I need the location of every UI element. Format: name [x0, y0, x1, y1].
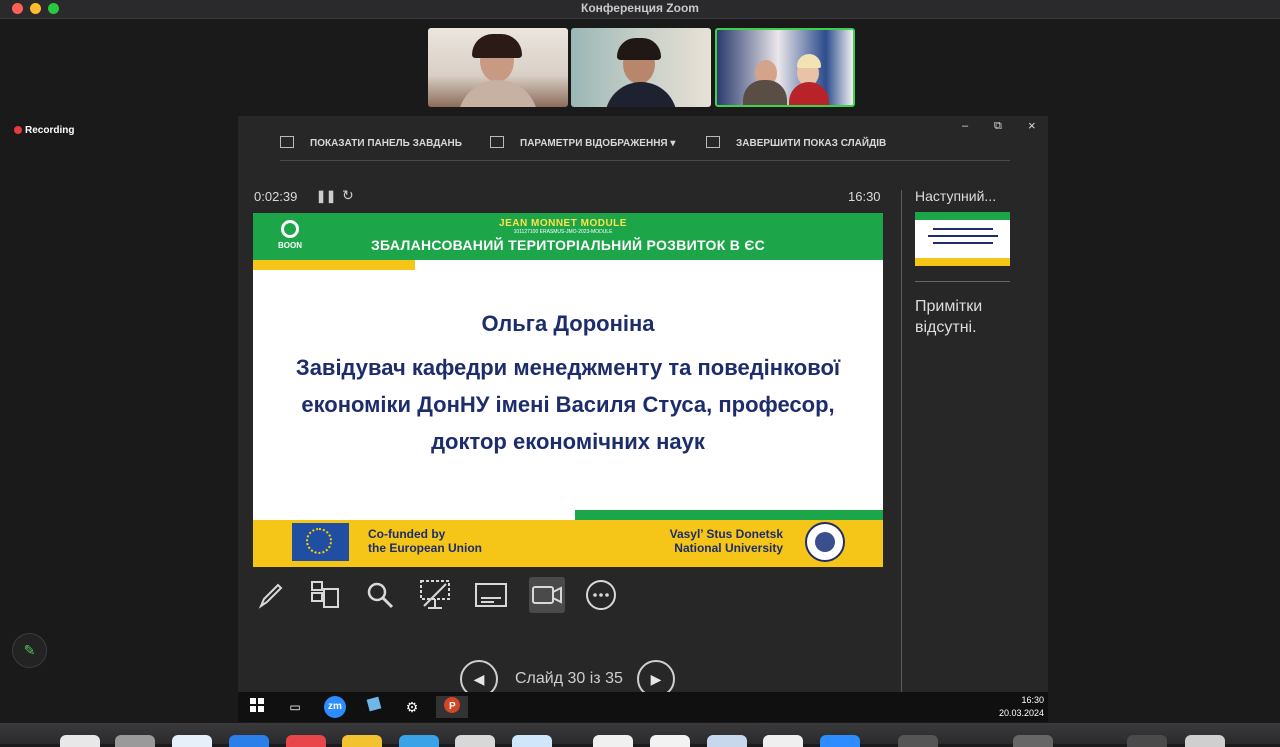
notes-dock-icon[interactable] — [342, 735, 382, 747]
chevron-right-icon: ▶ — [650, 671, 662, 687]
toolbar-divider — [280, 160, 1010, 161]
photos-dock-icon[interactable] — [593, 735, 633, 747]
close-icon[interactable]: × — [1028, 118, 1036, 133]
recent-window-2-dock-icon[interactable] — [1013, 735, 1053, 747]
participant-video-3-active-speaker[interactable] — [715, 28, 855, 107]
end-slideshow-button[interactable]: ЗАВЕРШИТИ ПОКАЗ СЛАЙДІВ — [706, 136, 886, 149]
launchpad-dock-icon[interactable] — [115, 735, 155, 747]
module-id: 101127100 ERASMUS-JMO-2023-MODULE — [513, 229, 613, 235]
speaker-description: Завідувач кафедри менеджменту та поведін… — [295, 355, 841, 454]
minimize-icon[interactable]: – — [962, 120, 968, 132]
zoom-app-label: zm — [328, 701, 342, 712]
zoom-app-icon[interactable]: zm — [324, 696, 346, 718]
university-line-2: National University — [674, 541, 783, 555]
svg-text:P: P — [449, 701, 456, 712]
sidebar-divider — [901, 190, 902, 692]
cofunded-line-1: Co-funded by — [368, 527, 446, 541]
module-label: JEAN MONNET MODULE — [499, 218, 627, 229]
chevron-left-icon: ◀ — [473, 671, 485, 687]
taskbar-icon — [280, 136, 294, 148]
cofunded-text: Co-funded by the European Union — [368, 527, 482, 555]
show-taskbar-label: ПОКАЗАТИ ПАНЕЛЬ ЗАВДАНЬ — [310, 138, 462, 149]
pencil-icon: ✎ — [23, 642, 36, 658]
speaker-notes: Примітки відсутні. — [915, 298, 983, 336]
notes-divider — [915, 281, 1010, 282]
calendar-dock-icon[interactable] — [286, 735, 326, 747]
elapsed-timer: 0:02:39 — [254, 189, 298, 204]
show-taskbar-button[interactable]: ПОКАЗАТИ ПАНЕЛЬ ЗАВДАНЬ — [280, 136, 462, 149]
camera-icon[interactable] — [529, 577, 565, 613]
slides-grid-icon[interactable] — [307, 577, 343, 613]
end-slideshow-icon — [706, 136, 720, 148]
appstore-dock-icon[interactable] — [512, 735, 552, 747]
boon-logo-mark — [281, 220, 299, 238]
downloads-dock-icon[interactable] — [1127, 735, 1167, 747]
recent-window-1-dock-icon[interactable] — [898, 735, 938, 747]
participant-video-1[interactable] — [428, 28, 568, 107]
cofunded-line-2: the European Union — [368, 541, 482, 555]
speaker-name: Ольга Дороніна — [481, 311, 655, 336]
pause-icon[interactable]: ❚❚ — [316, 189, 336, 203]
messages-dock-icon[interactable] — [399, 735, 439, 747]
annotate-pencil-button[interactable]: ✎ — [12, 633, 47, 668]
university-seal-icon — [805, 522, 845, 562]
taskbar-clock: 16:30 20.03.2024 — [999, 694, 1044, 720]
slide-body: Ольга Дороніна Завідувач кафедри менеджм… — [253, 311, 883, 460]
slide-footer: Co-funded by the European Union Vasyl’ S… — [253, 520, 883, 567]
window-titlebar: Конференция Zoom — [0, 0, 1280, 19]
boon-logo-text: BOON — [278, 241, 302, 250]
windows-start-icon[interactable] — [246, 696, 268, 718]
recording-label: Recording — [25, 125, 75, 136]
record-dot-icon — [14, 126, 22, 134]
slide-counter: Слайд 30 із 35 — [515, 670, 623, 687]
recording-indicator: Recording — [14, 125, 74, 136]
restore-icon[interactable]: ⧉ — [994, 120, 1002, 133]
settings-gear-icon[interactable]: ⚙ — [401, 696, 423, 718]
safari-dock-icon[interactable] — [172, 735, 212, 747]
textedit-dock-icon[interactable] — [650, 735, 690, 747]
end-slideshow-label: ЗАВЕРШИТИ ПОКАЗ СЛАЙДІВ — [736, 138, 887, 149]
slide-header-accent — [253, 260, 415, 270]
laser-pointer-icon[interactable] — [417, 577, 453, 613]
finder-dock-icon[interactable] — [60, 735, 100, 747]
current-time: 16:30 — [848, 189, 881, 204]
chrome-dock-icon[interactable] — [763, 735, 803, 747]
participant-video-2[interactable] — [571, 28, 711, 107]
notepad-app-icon[interactable] — [363, 696, 385, 718]
slide-course-title: ЗБАЛАНСОВАНИЙ ТЕРИТОРІАЛЬНИЙ РОЗВИТОК В … — [370, 237, 765, 253]
trash-dock-icon[interactable] — [1185, 735, 1225, 747]
windows-taskbar: ▭ zm ⚙ P 16:30 20.03.2024 — [238, 692, 1048, 722]
mail-dock-icon[interactable] — [229, 735, 269, 747]
next-slide-thumbnail[interactable] — [915, 212, 1010, 266]
current-slide[interactable]: BOON JEAN MONNET MODULE 101127100 ERASMU… — [253, 213, 883, 567]
task-view-icon[interactable]: ▭ — [284, 696, 306, 718]
zoom-dock-icon[interactable] — [820, 735, 860, 747]
contacts-dock-icon[interactable] — [455, 735, 495, 747]
eu-flag-icon — [292, 523, 349, 561]
slide-footer-accent — [575, 510, 883, 520]
restart-timer-icon[interactable]: ↻ — [342, 187, 354, 204]
macos-dock — [0, 723, 1280, 747]
pen-icon[interactable] — [253, 577, 289, 613]
university-line-1: Vasyl’ Stus Donetsk — [669, 527, 783, 541]
powerpoint-app-icon[interactable]: P — [436, 696, 468, 718]
magnifier-icon[interactable] — [362, 577, 398, 613]
subtitles-icon[interactable] — [473, 577, 509, 613]
taskbar-time: 16:30 — [1021, 695, 1044, 705]
taskbar-date: 20.03.2024 — [998, 708, 1044, 718]
display-settings-button[interactable]: ПАРАМЕТРИ ВІДОБРАЖЕННЯ ▾ — [490, 136, 675, 149]
university-text: Vasyl’ Stus Donetsk National University — [633, 527, 783, 555]
display-settings-label: ПАРАМЕТРИ ВІДОБРАЖЕННЯ ▾ — [520, 138, 676, 149]
window-title: Конференция Zoom — [581, 1, 699, 15]
display-settings-icon — [490, 136, 504, 148]
preview-dock-icon[interactable] — [707, 735, 747, 747]
more-icon[interactable] — [583, 577, 619, 613]
next-slide-label: Наступний... — [915, 188, 997, 204]
